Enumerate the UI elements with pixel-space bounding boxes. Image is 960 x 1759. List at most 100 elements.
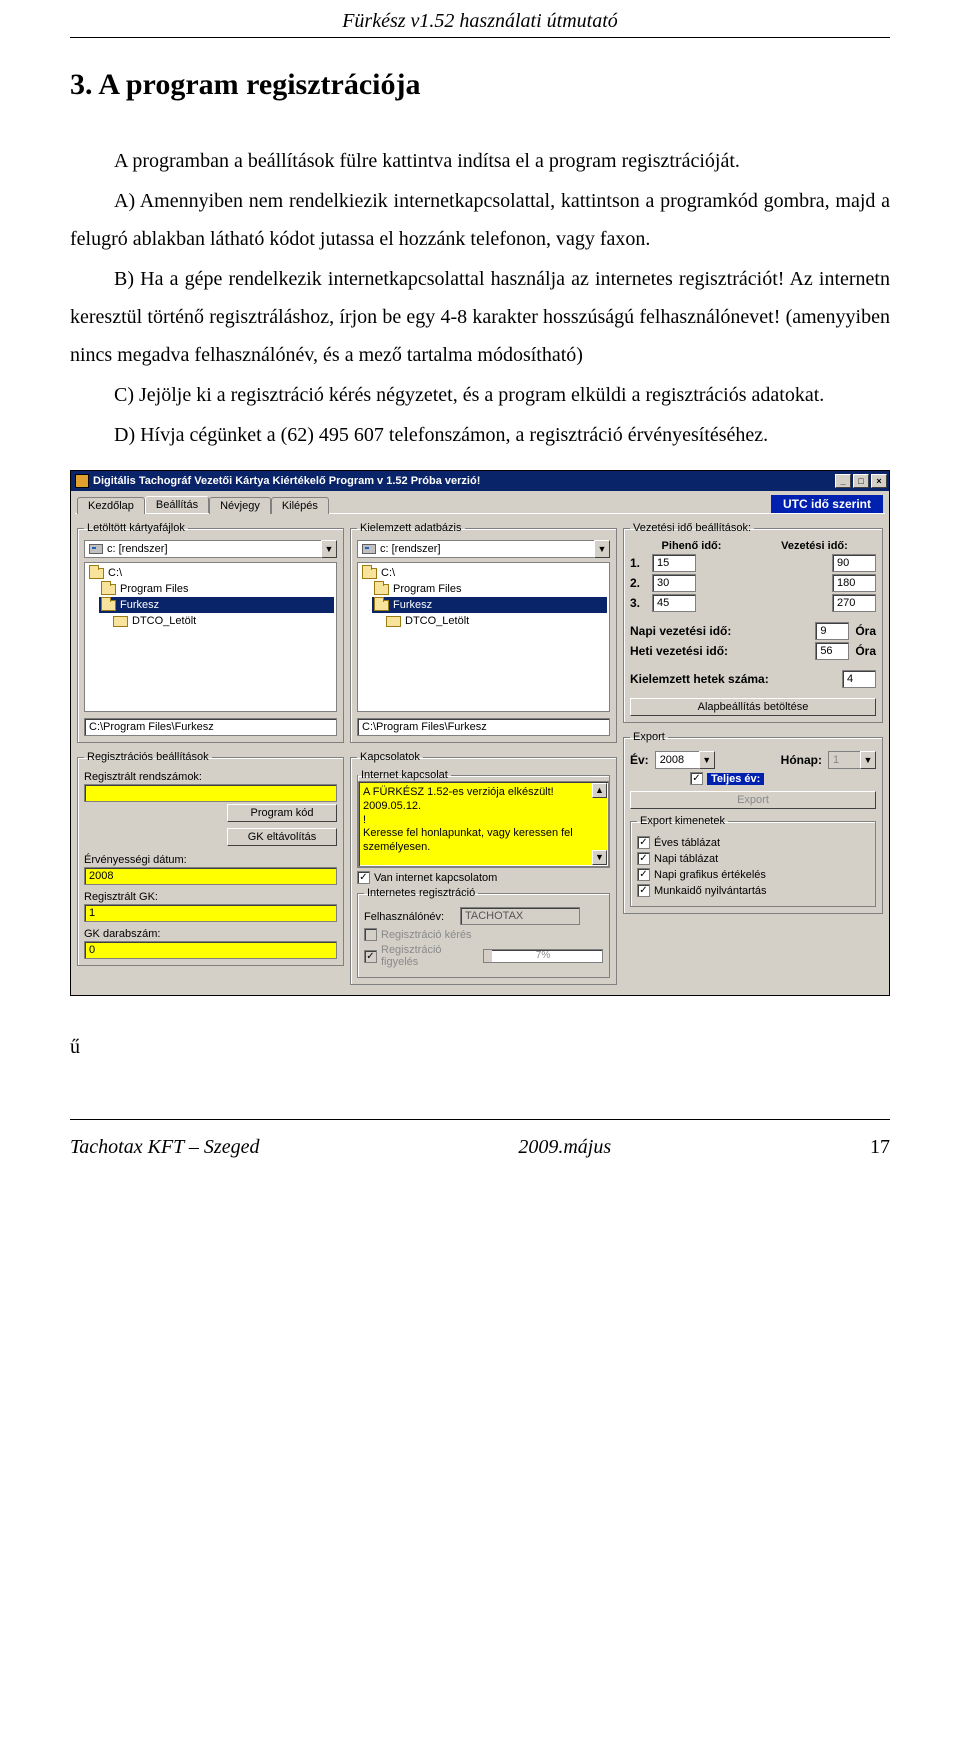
- validity-date-label: Érvényességi dátum:: [84, 854, 337, 866]
- news-line3: Keresse fel honlapunkat, vagy keressen f…: [363, 827, 573, 853]
- reg-request-label: Regisztráció kérés: [381, 929, 471, 941]
- drive-select-mid[interactable]: c: [rendszer] ▼: [357, 540, 610, 558]
- window-minimize-button[interactable]: _: [835, 474, 851, 488]
- drive-label: c: [rendszer]: [107, 543, 168, 555]
- paragraph-a: A) Amennyiben nem rendelkiezik internetk…: [70, 182, 890, 258]
- checkbox-icon[interactable]: [637, 868, 650, 881]
- dir-item[interactable]: DTCO_Letölt: [405, 615, 469, 627]
- folder-icon: [101, 600, 116, 611]
- checkbox-icon[interactable]: [357, 871, 370, 884]
- footer-left: Tachotax KFT – Szeged: [70, 1136, 259, 1159]
- group-selected-db: Kielemzett adatbázis c: [rendszer] ▼ C:\…: [350, 522, 617, 743]
- body-text: A programban a beállítások fülre kattint…: [70, 142, 890, 454]
- tab-about[interactable]: Névjegy: [209, 497, 271, 514]
- drive-3-input[interactable]: [832, 594, 876, 612]
- registered-serials-label: Regisztrált rendszámok:: [84, 771, 337, 783]
- folder-icon: [386, 616, 401, 627]
- username-label: Felhasználónév:: [364, 911, 454, 923]
- group-export-outputs: Export kimenetek Éves táblázat Napi tábl…: [630, 815, 876, 907]
- export-daily-row[interactable]: Napi táblázat: [637, 852, 869, 865]
- weekly-drive-input[interactable]: [815, 642, 849, 660]
- scroll-down-icon[interactable]: ▼: [592, 850, 607, 865]
- checkbox-icon[interactable]: [637, 884, 650, 897]
- year-label: Év:: [630, 753, 649, 767]
- paragraph-b: B) Ha a gépe rendelkezik internetkapcsol…: [70, 260, 890, 374]
- chevron-down-icon[interactable]: ▼: [321, 540, 337, 558]
- registered-serials-input[interactable]: [84, 784, 337, 802]
- program-code-button[interactable]: Program kód: [227, 804, 337, 822]
- group-registration-legend: Regisztrációs beállítások: [84, 751, 212, 763]
- drive-label: c: [rendszer]: [380, 543, 441, 555]
- registered-gk-input[interactable]: [84, 904, 337, 922]
- utc-badge: UTC idő szerint: [771, 495, 883, 513]
- internet-conn-legend: Internet kapcsolat: [358, 769, 451, 781]
- titlebar: Digitális Tachográf Vezetői Kártya Kiért…: [71, 471, 889, 491]
- month-select: 1 ▼: [828, 751, 876, 769]
- remove-vehicle-button[interactable]: GK eltávolítás: [227, 828, 337, 846]
- folder-icon: [362, 568, 377, 579]
- drive-icon: [89, 544, 103, 554]
- footer: Tachotax KFT – Szeged 2009.május 17: [70, 1119, 890, 1159]
- stray-char: ű: [70, 1036, 890, 1059]
- rest-3-input[interactable]: [652, 594, 696, 612]
- rest-1-input[interactable]: [652, 554, 696, 572]
- daily-drive-input[interactable]: [815, 622, 849, 640]
- checkbox-icon[interactable]: [690, 772, 703, 785]
- rest-2-input[interactable]: [652, 574, 696, 592]
- validity-date-input[interactable]: [84, 867, 337, 885]
- dir-item[interactable]: Furkesz: [120, 599, 159, 611]
- folder-icon: [374, 600, 389, 611]
- dir-item[interactable]: Program Files: [120, 583, 188, 595]
- export-graph-row[interactable]: Napi grafikus értékelés: [637, 868, 869, 881]
- group-selected-db-legend: Kielemzett adatbázis: [357, 522, 465, 534]
- path-input-left[interactable]: [84, 718, 337, 736]
- has-internet-check-row[interactable]: Van internet kapcsolatom: [357, 871, 610, 884]
- chevron-down-icon[interactable]: ▼: [699, 751, 715, 769]
- drive-1-input[interactable]: [832, 554, 876, 572]
- dirlist-mid[interactable]: C:\ Program Files Furkesz DTCO_Letölt: [357, 562, 610, 712]
- tab-home[interactable]: Kezdőlap: [77, 497, 145, 514]
- chevron-down-icon[interactable]: ▼: [594, 540, 610, 558]
- dir-item[interactable]: Furkesz: [393, 599, 432, 611]
- drive-icon: [362, 544, 376, 554]
- app-window: Digitális Tachográf Vezetői Kártya Kiért…: [70, 470, 890, 996]
- checkbox-icon[interactable]: [637, 836, 650, 849]
- tab-settings[interactable]: Beállítás: [145, 496, 209, 513]
- paragraph-c: C) Jejölje ki a regisztráció kérés négyz…: [70, 376, 890, 414]
- dir-item[interactable]: C:\: [381, 567, 395, 579]
- load-defaults-button[interactable]: Alapbeállítás betöltése: [630, 698, 876, 716]
- export-worktime-label: Munkaidő nyilvántartás: [654, 885, 767, 897]
- gk-count-label: GK darabszám:: [84, 928, 337, 940]
- export-yearly-row[interactable]: Éves táblázat: [637, 836, 869, 849]
- export-worktime-row[interactable]: Munkaidő nyilvántartás: [637, 884, 869, 897]
- group-registration: Regisztrációs beállítások Regisztrált re…: [77, 751, 344, 966]
- year-select[interactable]: 2008 ▼: [655, 751, 715, 769]
- section-title: 3. A program regisztrációja: [70, 68, 890, 102]
- has-internet-label: Van internet kapcsolatom: [374, 872, 497, 884]
- username-input[interactable]: [460, 907, 580, 925]
- folder-icon: [374, 584, 389, 595]
- path-input-mid[interactable]: [357, 718, 610, 736]
- weeks-input[interactable]: [842, 670, 876, 688]
- dir-item[interactable]: C:\: [108, 567, 122, 579]
- dirlist-left[interactable]: C:\ Program Files Furkesz DTCO_Letölt: [84, 562, 337, 712]
- news-line1: A FÜRKÉSZ 1.52-es verziója elkészült! 20…: [363, 786, 554, 812]
- checkbox-icon[interactable]: [637, 852, 650, 865]
- window-maximize-button[interactable]: □: [853, 474, 869, 488]
- group-downloaded-legend: Letöltött kártyafájlok: [84, 522, 188, 534]
- window-close-button[interactable]: ×: [871, 474, 887, 488]
- drive-2-input[interactable]: [832, 574, 876, 592]
- dir-item[interactable]: Program Files: [393, 583, 461, 595]
- scroll-up-icon[interactable]: ▲: [592, 783, 607, 798]
- dir-item[interactable]: DTCO_Letölt: [132, 615, 196, 627]
- drive-select-left[interactable]: c: [rendszer] ▼: [84, 540, 337, 558]
- gk-count-input[interactable]: [84, 941, 337, 959]
- export-graph-label: Napi grafikus értékelés: [654, 869, 766, 881]
- row-index: 2.: [630, 576, 646, 590]
- reg-watch-label: Regisztráció figyelés: [381, 944, 479, 968]
- paragraph-d: D) Hívja cégünket a (62) 495 607 telefon…: [70, 416, 890, 454]
- footer-mid: 2009.május: [518, 1136, 611, 1159]
- tab-exit[interactable]: Kilépés: [271, 497, 329, 514]
- full-year-row[interactable]: Teljes év:: [690, 772, 876, 785]
- window-title: Digitális Tachográf Vezetői Kártya Kiért…: [93, 475, 835, 487]
